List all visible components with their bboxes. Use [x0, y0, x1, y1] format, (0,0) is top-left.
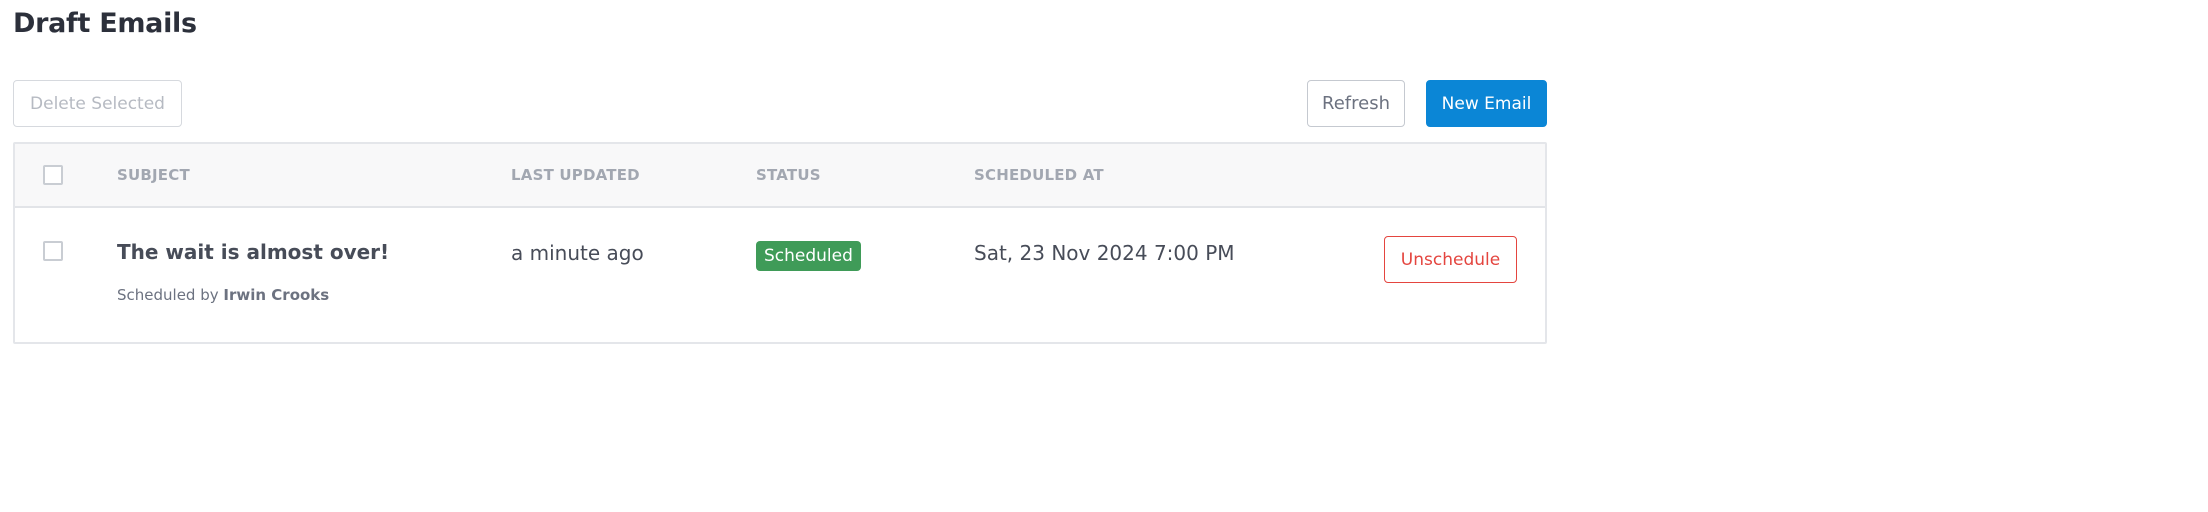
scheduled-by-name: Irwin Crooks: [223, 286, 330, 304]
drafts-table: SUBJECT LAST UPDATED STATUS SCHEDULED AT…: [13, 142, 1547, 344]
table-row: The wait is almost over! Scheduled by Ir…: [15, 208, 1545, 342]
row-select-checkbox[interactable]: [43, 241, 63, 261]
table-header: SUBJECT LAST UPDATED STATUS SCHEDULED AT: [15, 144, 1545, 208]
column-header-scheduled-at: SCHEDULED AT: [974, 166, 1104, 184]
select-all-checkbox[interactable]: [43, 165, 63, 185]
scheduled-by: Scheduled by Irwin Crooks: [117, 286, 329, 304]
delete-selected-button[interactable]: Delete Selected: [13, 80, 182, 127]
draft-emails-page: Draft Emails Delete Selected Refresh New…: [0, 0, 1564, 360]
last-updated: a minute ago: [511, 241, 644, 265]
new-email-button[interactable]: New Email: [1426, 80, 1547, 127]
refresh-button[interactable]: Refresh: [1307, 80, 1405, 127]
page-title: Draft Emails: [13, 8, 197, 39]
status-badge: Scheduled: [756, 241, 861, 271]
scheduled-by-prefix: Scheduled by: [117, 286, 219, 304]
column-header-status: STATUS: [756, 166, 821, 184]
column-header-last-updated: LAST UPDATED: [511, 166, 640, 184]
unschedule-button[interactable]: Unschedule: [1384, 236, 1517, 283]
column-header-subject: SUBJECT: [117, 166, 190, 184]
email-subject[interactable]: The wait is almost over!: [117, 240, 389, 264]
scheduled-at: Sat, 23 Nov 2024 7:00 PM: [974, 241, 1235, 265]
